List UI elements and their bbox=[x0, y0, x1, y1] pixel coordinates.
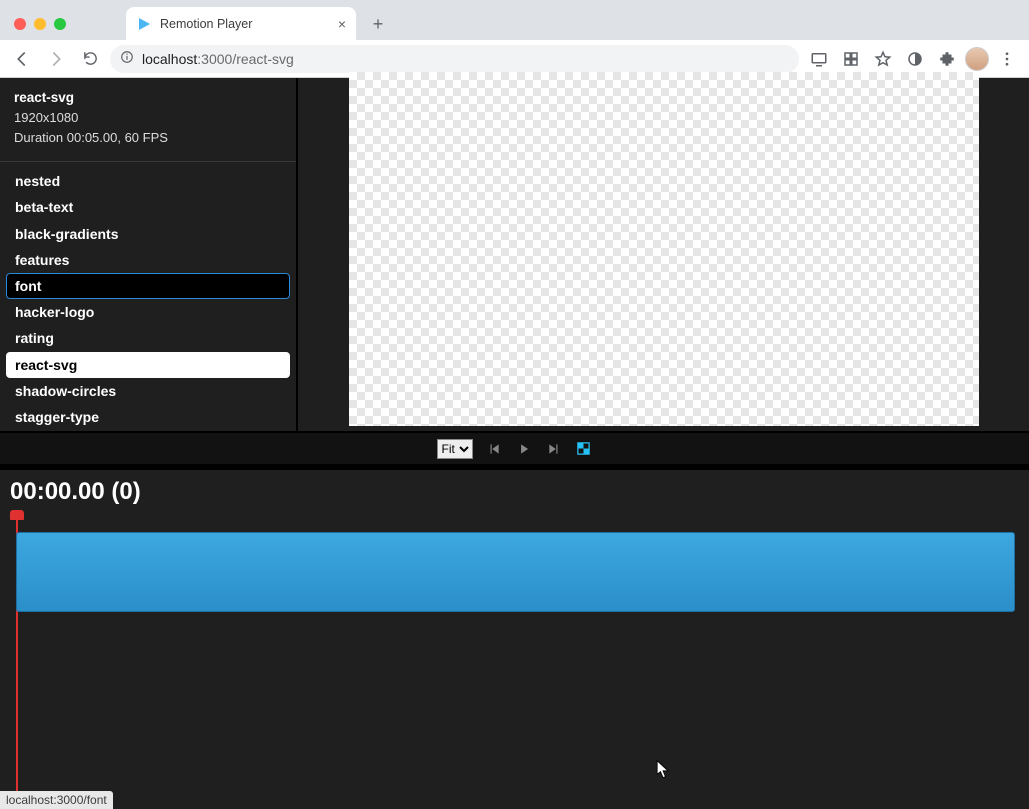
close-window-button[interactable] bbox=[14, 18, 26, 30]
maximize-window-button[interactable] bbox=[54, 18, 66, 30]
timecode: 00:00.00 (0) bbox=[0, 470, 1029, 510]
composition-item-stagger-type[interactable]: stagger-type bbox=[6, 404, 290, 430]
preview-canvas[interactable] bbox=[349, 72, 979, 426]
url-bar[interactable]: localhost:3000/react-svg bbox=[110, 45, 799, 73]
composition-item-beta-text[interactable]: beta-text bbox=[6, 194, 290, 220]
grid-icon[interactable] bbox=[837, 45, 865, 73]
star-icon[interactable] bbox=[869, 45, 897, 73]
composition-item-black-gradients[interactable]: black-gradients bbox=[6, 221, 290, 247]
composition-dimensions: 1920x1080 bbox=[14, 108, 282, 128]
status-bar: localhost:3000/font bbox=[0, 791, 113, 809]
preview-panel bbox=[298, 78, 1029, 431]
play-icon[interactable] bbox=[515, 440, 533, 458]
composition-item-features[interactable]: features bbox=[6, 247, 290, 273]
remotion-app: react-svg 1920x1080 Duration 00:05.00, 6… bbox=[0, 78, 1029, 809]
skip-end-icon[interactable] bbox=[545, 440, 563, 458]
composition-duration: Duration 00:05.00, 60 FPS bbox=[14, 128, 282, 148]
timeline-track[interactable] bbox=[16, 532, 1015, 612]
timeline[interactable]: 00:00.00 (0) localhost:3000/font bbox=[0, 464, 1029, 809]
site-info-icon[interactable] bbox=[120, 50, 134, 67]
tab-close-icon[interactable]: × bbox=[338, 17, 346, 31]
skip-start-icon[interactable] bbox=[485, 440, 503, 458]
extensions-icon[interactable] bbox=[933, 45, 961, 73]
forward-button[interactable] bbox=[42, 45, 70, 73]
composition-item-nested[interactable]: nested bbox=[6, 168, 290, 194]
back-button[interactable] bbox=[8, 45, 36, 73]
window-controls bbox=[14, 18, 66, 30]
tab-title: Remotion Player bbox=[160, 17, 330, 31]
transparency-toggle-icon[interactable] bbox=[575, 440, 593, 458]
browser-tab[interactable]: Remotion Player × bbox=[126, 7, 356, 40]
composition-item-tiles[interactable]: tiles bbox=[6, 430, 290, 431]
zoom-select[interactable]: Fit bbox=[437, 439, 473, 459]
composition-item-shadow-circles[interactable]: shadow-circles bbox=[6, 378, 290, 404]
composition-list[interactable]: nestedbeta-textblack-gradientsfeaturesfo… bbox=[0, 161, 296, 431]
composition-name: react-svg bbox=[14, 88, 282, 108]
composition-item-rating[interactable]: rating bbox=[6, 325, 290, 351]
tab-favicon bbox=[136, 16, 152, 32]
browser-tab-bar: Remotion Player × + bbox=[0, 0, 1029, 40]
reader-icon[interactable] bbox=[901, 45, 929, 73]
player-controls: Fit bbox=[0, 432, 1029, 464]
composition-meta: react-svg 1920x1080 Duration 00:05.00, 6… bbox=[0, 78, 296, 161]
sidebar: react-svg 1920x1080 Duration 00:05.00, 6… bbox=[0, 78, 298, 431]
screen-icon[interactable] bbox=[805, 45, 833, 73]
canvas-wrap bbox=[298, 78, 1029, 431]
url-text: localhost:3000/react-svg bbox=[142, 51, 294, 67]
minimize-window-button[interactable] bbox=[34, 18, 46, 30]
composition-item-hacker-logo[interactable]: hacker-logo bbox=[6, 299, 290, 325]
composition-item-react-svg[interactable]: react-svg bbox=[6, 352, 290, 378]
profile-avatar[interactable] bbox=[965, 47, 989, 71]
composition-item-font[interactable]: font bbox=[6, 273, 290, 299]
menu-icon[interactable] bbox=[993, 45, 1021, 73]
new-tab-button[interactable]: + bbox=[364, 10, 392, 38]
reload-button[interactable] bbox=[76, 45, 104, 73]
toolbar-right-icons bbox=[805, 45, 1021, 73]
